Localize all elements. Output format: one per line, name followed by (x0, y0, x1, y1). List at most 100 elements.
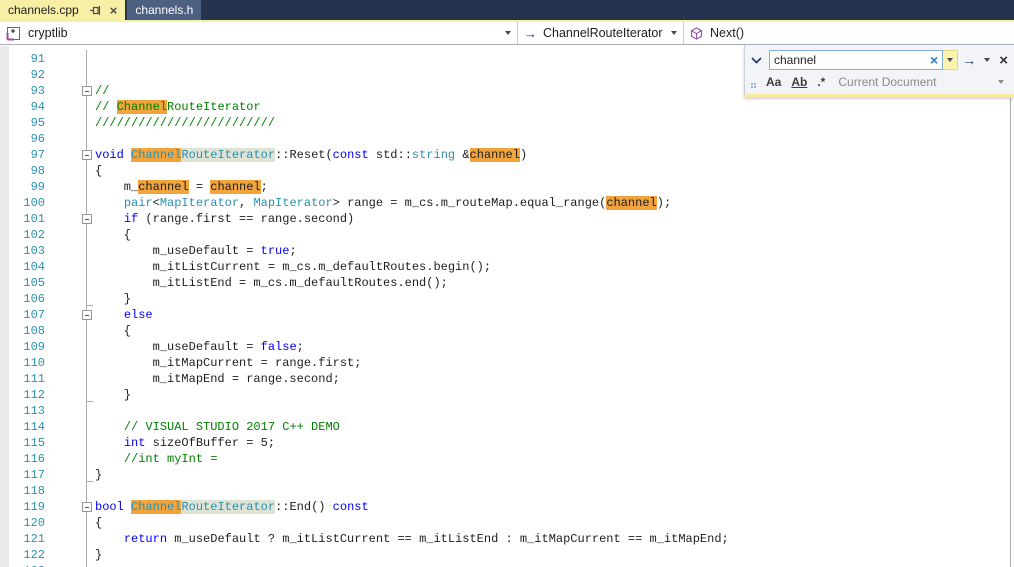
project-dropdown[interactable]: cryptlib (0, 22, 517, 44)
code-text: } (95, 292, 132, 306)
code-line[interactable]: 122} (0, 547, 1014, 563)
line-number[interactable]: 100 (0, 196, 45, 210)
line-number[interactable]: 96 (0, 132, 45, 146)
line-number[interactable]: 93 (0, 84, 45, 98)
collapse-toggle-icon[interactable] (82, 86, 92, 96)
line-number[interactable]: 114 (0, 420, 45, 434)
line-number[interactable]: 92 (0, 68, 45, 82)
code-line[interactable]: 95 ///////////////////////// (0, 115, 1014, 131)
code-lines: 90 #endif 91 92 93 // 94 // ChannelRouteIterato… (0, 46, 1014, 567)
line-number[interactable]: 94 (0, 100, 45, 114)
line-number[interactable]: 98 (0, 164, 45, 178)
code-line[interactable]: 113 (0, 403, 1014, 419)
code-line[interactable]: 100 pair<MapIterator, MapIterator> range… (0, 195, 1014, 211)
code-line[interactable]: 102 { (0, 227, 1014, 243)
code-line[interactable]: 114 // VISUAL STUDIO 2017 C++ DEMO (0, 419, 1014, 435)
resize-grip[interactable] (751, 75, 761, 89)
line-number[interactable]: 119 (0, 500, 45, 514)
code-line[interactable]: 105 m_itListEnd = m_cs.m_defaultRoutes.e… (0, 275, 1014, 291)
line-number[interactable]: 120 (0, 516, 45, 530)
code-line[interactable]: 98 { (0, 163, 1014, 179)
line-number[interactable]: 118 (0, 484, 45, 498)
line-number[interactable]: 109 (0, 340, 45, 354)
line-number[interactable]: 121 (0, 532, 45, 546)
code-line[interactable]: 97 void ChannelRouteIterator::Reset(const… (0, 147, 1014, 163)
code-line[interactable]: 101 if (range.first == range.second) (0, 211, 1014, 227)
code-text: else (123, 308, 153, 322)
line-number[interactable]: 113 (0, 404, 45, 418)
line-number[interactable]: 117 (0, 468, 45, 482)
member-dropdown[interactable]: Next() (684, 22, 750, 44)
line-number[interactable]: 105 (0, 276, 45, 290)
code-line[interactable]: 123 (0, 563, 1014, 567)
code-line[interactable]: 118 (0, 483, 1014, 499)
code-line[interactable]: 116 //int myInt = (0, 451, 1014, 467)
code-line[interactable]: 103 m_useDefault = true; (0, 243, 1014, 259)
line-number[interactable]: 97 (0, 148, 45, 162)
line-number[interactable]: 95 (0, 116, 45, 130)
collapse-toggle-icon[interactable] (82, 214, 92, 224)
line-number[interactable]: 101 (0, 212, 45, 226)
line-number[interactable]: 122 (0, 548, 45, 562)
code-line[interactable]: 121 return m_useDefault ? m_itListCurren… (0, 531, 1014, 547)
code-line[interactable]: 117} (0, 467, 1014, 483)
code-line[interactable]: 112 } (0, 387, 1014, 403)
line-number[interactable]: 103 (0, 244, 45, 258)
line-number[interactable]: 110 (0, 356, 45, 370)
code-line[interactable]: 96 (0, 131, 1014, 147)
tab-channels-cpp[interactable]: channels.cpp × (0, 0, 126, 20)
line-number[interactable]: 99 (0, 180, 45, 194)
tab-channels-h[interactable]: channels.h (127, 0, 202, 20)
scope-dropdown-icon[interactable] (998, 80, 1004, 84)
code-text: { (95, 516, 103, 530)
line-number[interactable]: 116 (0, 452, 45, 466)
line-number[interactable]: 91 (0, 52, 45, 66)
close-find-panel-button[interactable]: × (994, 50, 1010, 70)
code-line[interactable]: 99 m_channel = channel; (0, 179, 1014, 195)
use-regex-button[interactable]: .* (812, 75, 830, 89)
code-line[interactable]: 120 { (0, 515, 1014, 531)
type-dropdown[interactable]: → ChannelRouteIterator (518, 22, 683, 44)
line-number[interactable]: 111 (0, 372, 45, 386)
code-line[interactable]: 106 } (0, 291, 1014, 307)
find-options-dropdown[interactable] (980, 50, 994, 70)
code-line[interactable]: 94 // ChannelRouteIterator (0, 99, 1014, 115)
match-whole-word-button[interactable]: Ab (786, 75, 812, 89)
collapse-toggle-icon[interactable] (82, 502, 92, 512)
search-history-dropdown[interactable] (943, 50, 959, 70)
code-text: m_itMapEnd = range.second; (95, 372, 340, 386)
line-number[interactable]: 104 (0, 260, 45, 274)
line-number[interactable]: 90 (0, 46, 45, 50)
line-number[interactable]: 115 (0, 436, 45, 450)
scope-arrow-icon: → (524, 25, 537, 41)
code-editor[interactable]: 90 #endif 91 92 93 // 94 // ChannelRouteIterato… (0, 46, 1014, 567)
match-case-button[interactable]: Aa (761, 75, 786, 89)
code-text: #endif (95, 46, 138, 50)
line-number[interactable]: 107 (0, 308, 45, 322)
code-line[interactable]: 119 bool ChannelRouteIterator::End() cons… (0, 499, 1014, 515)
line-number[interactable]: 112 (0, 388, 45, 402)
fold-margin (45, 51, 95, 67)
close-icon[interactable]: × (110, 4, 118, 17)
line-number[interactable]: 106 (0, 292, 45, 306)
code-line[interactable]: 115 int sizeOfBuffer = 5; (0, 435, 1014, 451)
fold-margin (45, 211, 95, 227)
expand-replace-chevron-icon[interactable] (751, 56, 765, 64)
search-input[interactable]: channel × (769, 50, 944, 70)
code-line[interactable]: 108 { (0, 323, 1014, 339)
line-number[interactable]: 108 (0, 324, 45, 338)
code-line[interactable]: 111 m_itMapEnd = range.second; (0, 371, 1014, 387)
code-line[interactable]: 104 m_itListCurrent = m_cs.m_defaultRout… (0, 259, 1014, 275)
pin-icon[interactable] (89, 5, 102, 16)
collapse-toggle-icon[interactable] (82, 310, 92, 320)
method-icon (690, 26, 703, 40)
code-line[interactable]: 110 m_itMapCurrent = range.first; (0, 355, 1014, 371)
code-line[interactable]: 107 else (0, 307, 1014, 323)
fold-margin (45, 339, 95, 355)
find-next-button[interactable]: → (958, 50, 980, 70)
line-number[interactable]: 102 (0, 228, 45, 242)
collapse-toggle-icon[interactable] (82, 150, 92, 160)
clear-search-icon[interactable]: × (930, 53, 938, 67)
code-line[interactable]: 109 m_useDefault = false; (0, 339, 1014, 355)
scrollbar-track[interactable] (1010, 98, 1011, 567)
